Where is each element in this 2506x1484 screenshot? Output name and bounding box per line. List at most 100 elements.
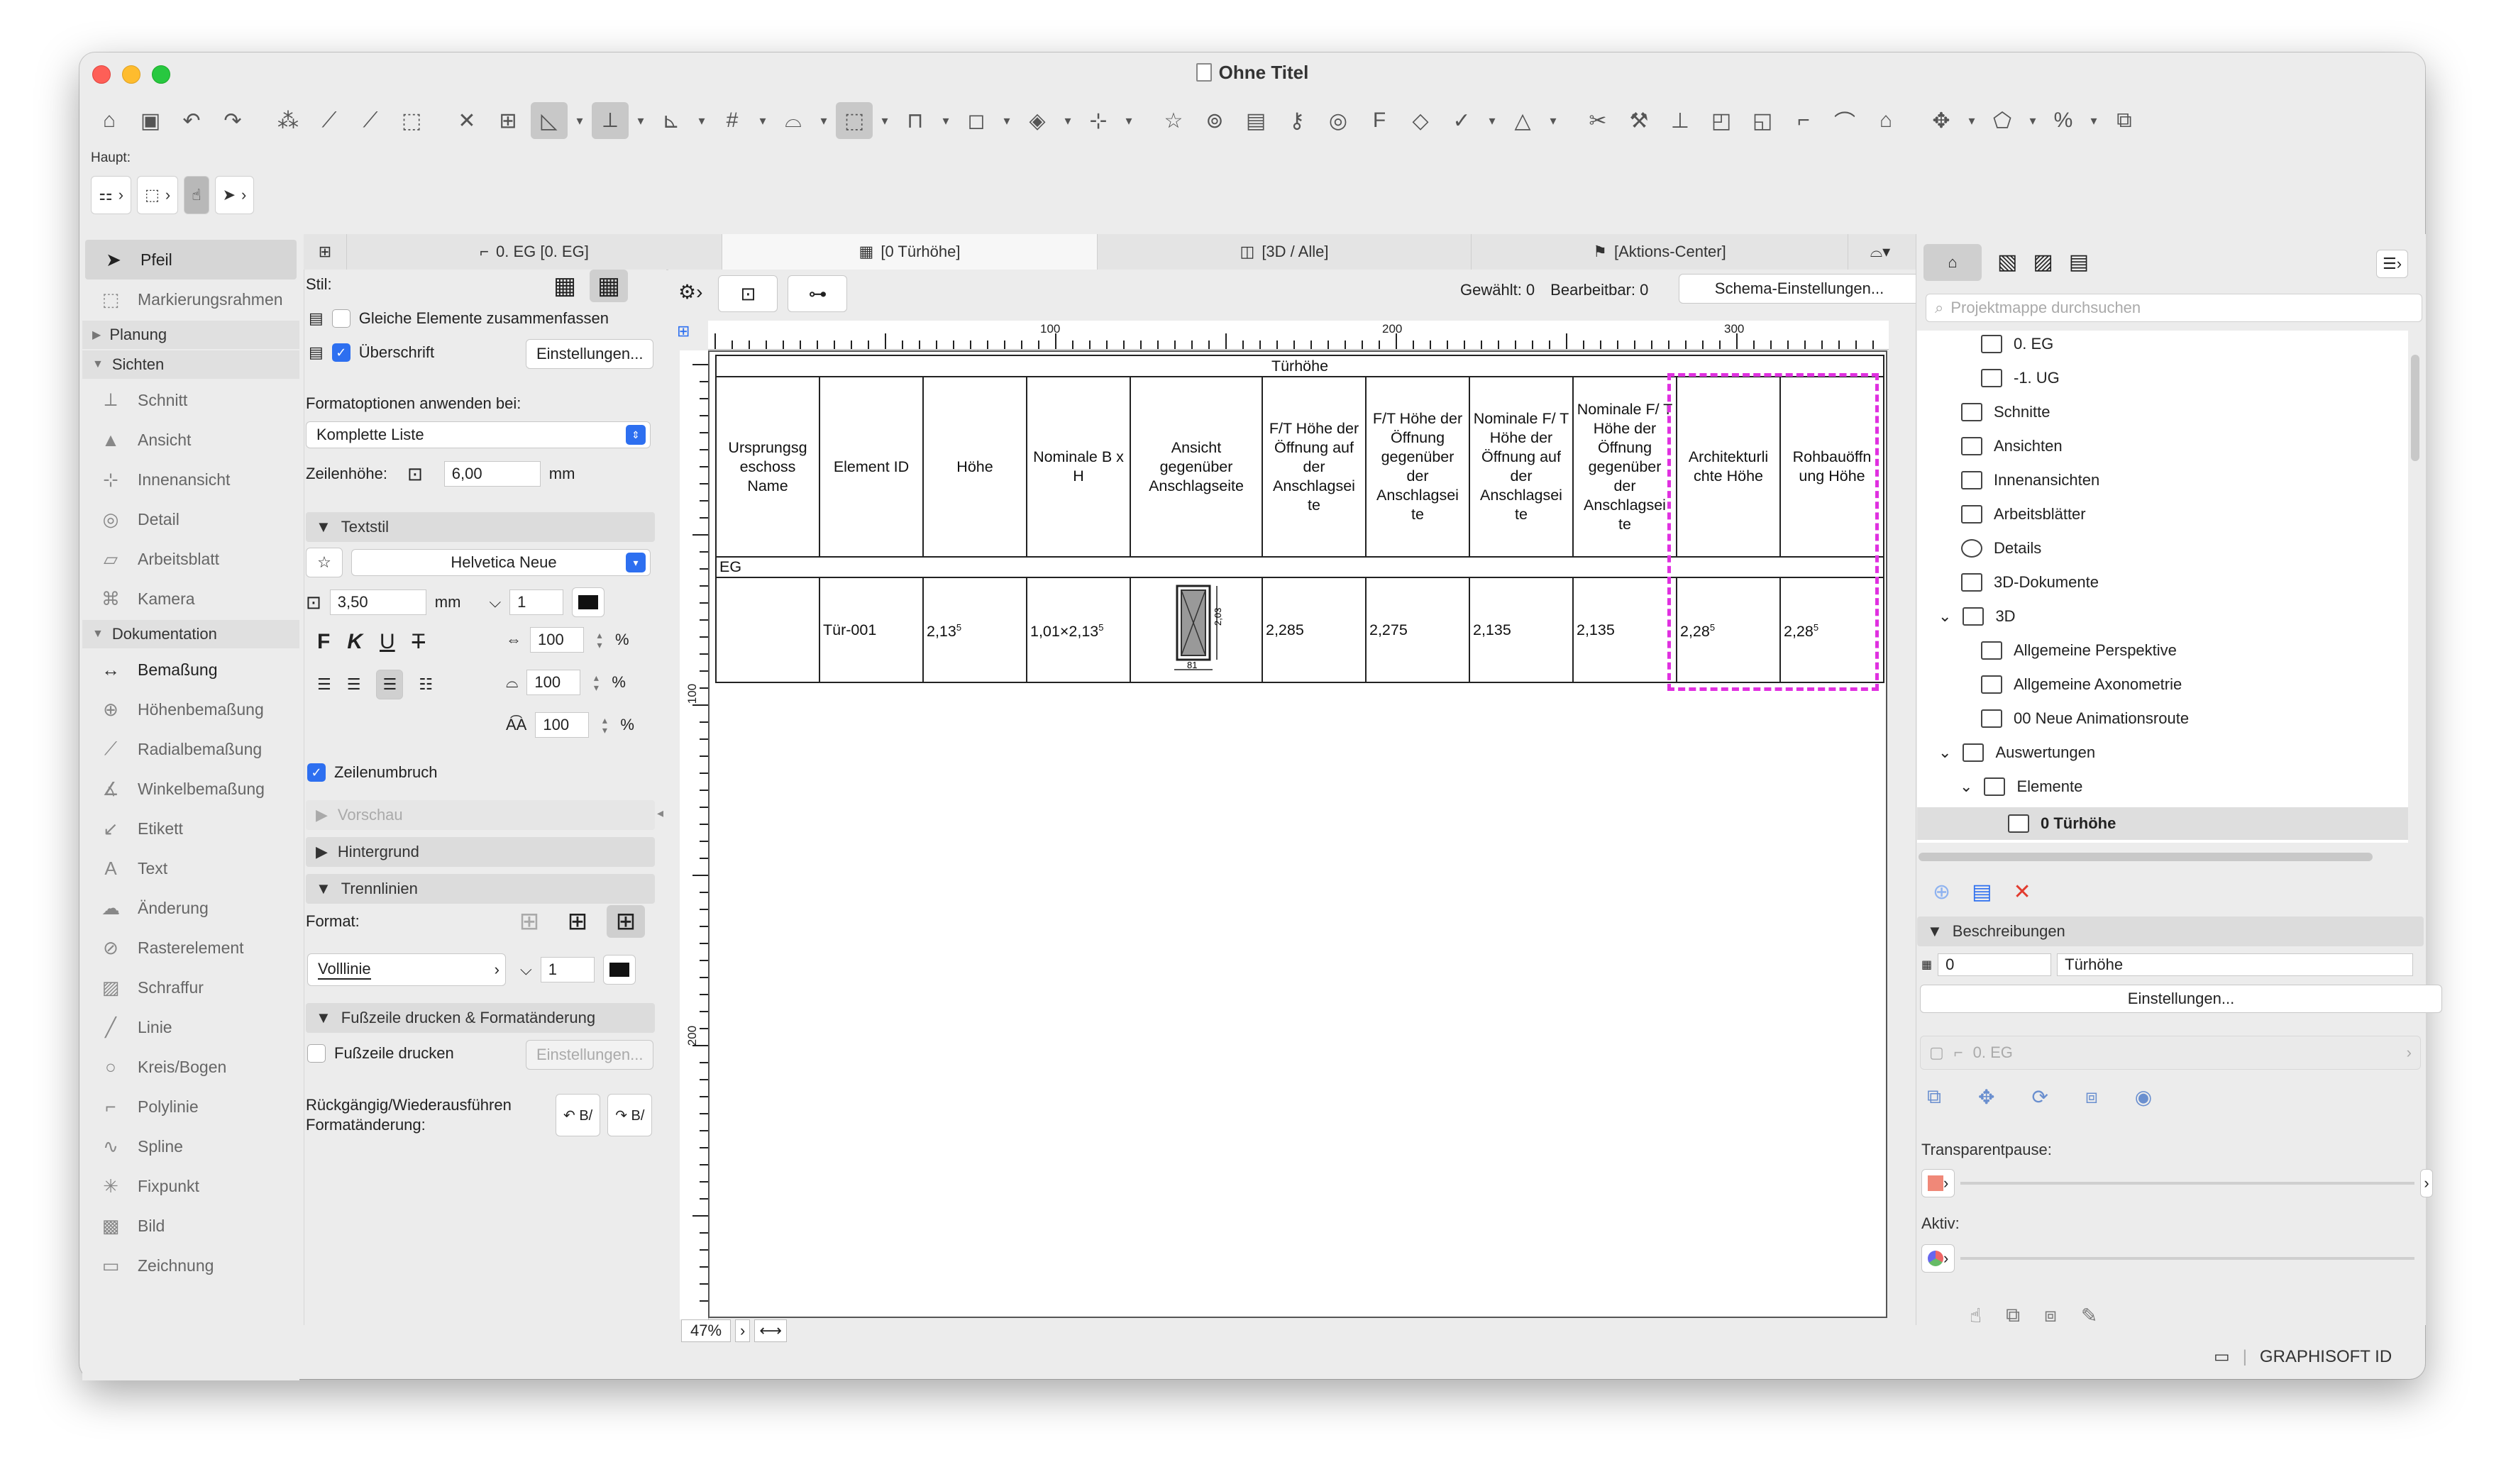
chevron-down-icon[interactable]: ▾	[1545, 102, 1561, 139]
hotspot-button[interactable]: ☝	[184, 176, 209, 214]
scissors-icon[interactable]: ✂	[1579, 102, 1616, 139]
tool-bemassung[interactable]: ↔ Bemaßung	[82, 650, 299, 690]
fit-width-icon[interactable]: ⟷	[754, 1319, 787, 1342]
chevron-down-icon[interactable]: ▾	[2025, 102, 2041, 139]
grid-snap-icon[interactable]: ⊞	[490, 102, 526, 139]
triangle-icon[interactable]: △	[1504, 102, 1541, 139]
curve-icon[interactable]: ⌒	[1826, 102, 1863, 139]
cell-nominale[interactable]: 1,01×2,135	[1026, 577, 1131, 683]
tool-rasterelement[interactable]: ⊘ Rasterelement	[82, 928, 299, 968]
zoom-window-button[interactable]	[152, 65, 170, 84]
group-sichten[interactable]: ▼ Sichten	[82, 350, 299, 379]
layout-book-icon[interactable]: ▨	[2033, 244, 2053, 281]
stepper-icon[interactable]: ▴ ▾	[592, 630, 607, 650]
align-left-icon[interactable]: ☰	[317, 675, 331, 694]
chevron-right-icon[interactable]: ›	[735, 1319, 751, 1342]
header-cell[interactable]: Nominale F/ T Höhe der Öffnung gegenüber…	[1572, 376, 1677, 558]
copy-icon[interactable]: ⧉	[2106, 102, 2143, 139]
minimize-window-button[interactable]	[122, 65, 140, 84]
gleiche-elemente-checkbox[interactable]	[331, 309, 350, 328]
publisher-icon[interactable]: ⊚	[1196, 102, 1233, 139]
layout-icon[interactable]: ▤	[1237, 102, 1274, 139]
navigator-menu-icon[interactable]: ☰›	[2376, 250, 2409, 278]
border-outer-icon[interactable]: ⊞	[558, 905, 597, 938]
chevron-down-icon[interactable]: ▾	[816, 102, 832, 139]
tree-item-details[interactable]: Details	[1961, 539, 2041, 558]
schedule-id-input[interactable]: 0	[1938, 953, 2052, 976]
tab-schedule[interactable]: ▦ [0 Türhöhe]	[722, 234, 1098, 270]
bold-button[interactable]: F	[317, 630, 330, 654]
refresh-icon[interactable]: ⟳	[2031, 1085, 2048, 1109]
tool-text[interactable]: A Text	[82, 848, 299, 888]
group-dokumentation[interactable]: ▼ Dokumentation	[82, 620, 299, 648]
chevron-down-icon[interactable]: ▾	[938, 102, 954, 139]
cross-icon[interactable]: ✕	[448, 102, 485, 139]
linetype-select[interactable]: Volllinie ›	[307, 953, 506, 986]
align-right-icon[interactable]: ☰	[376, 670, 404, 699]
tool-schnitt[interactable]: ⟂ Schnitt	[82, 380, 299, 420]
tool-etikett[interactable]: ↙ Etikett	[82, 809, 299, 848]
guide-line-icon[interactable]: ⟂	[592, 102, 629, 139]
cell-ft-anschlag[interactable]: 2,285	[1262, 577, 1367, 683]
chevron-down-icon[interactable]: ▾	[1121, 102, 1137, 139]
cell-ft-gegenueber[interactable]: 2,275	[1365, 577, 1470, 683]
cell-geschoss[interactable]	[715, 577, 820, 683]
cell-ansicht[interactable]: 2,03 81	[1130, 577, 1263, 683]
text-color-swatch[interactable]	[572, 587, 605, 617]
offset-icon[interactable]: ◱	[1744, 102, 1781, 139]
marquee-button[interactable]: ⬚ ›	[137, 176, 179, 214]
lock-icon[interactable]: ⊓	[897, 102, 934, 139]
edit-icon[interactable]: ✎	[2081, 1304, 2097, 1327]
redo-icon[interactable]: ↷	[214, 102, 251, 139]
ueberschrift-checkbox[interactable]: ✓	[331, 343, 350, 362]
tool-bild[interactable]: ▩ Bild	[82, 1206, 299, 1246]
move-view-icon[interactable]: ✥	[1978, 1085, 1994, 1109]
tree-item-elemente[interactable]: ⌄ Elemente	[1960, 777, 2082, 796]
section-fusszeile[interactable]: ▼ Fußzeile drucken & Formatänderung	[306, 1003, 655, 1033]
zeilenhoehe-input[interactable]: 6,00	[443, 461, 541, 487]
tool-hoehenbemassung[interactable]: ⊕ Höhenbemaßung	[82, 690, 299, 729]
arrow-tool-button[interactable]: ➤ ›	[214, 176, 255, 214]
construction-method-icon[interactable]: ◺	[531, 102, 568, 139]
layer-icon[interactable]: ◻	[958, 102, 995, 139]
tree-item-auswertungen[interactable]: ⌄ Auswertungen	[1938, 743, 2095, 762]
tool-winkelbemassung[interactable]: ∡ Winkelbemaßung	[82, 769, 299, 809]
section-beschreibungen[interactable]: ▼ Beschreibungen	[1917, 917, 2424, 946]
tree-item-arbeitsblaetter[interactable]: Arbeitsblätter	[1961, 505, 2086, 524]
collapse-panel-icon[interactable]: ◂	[657, 806, 663, 821]
pause-color-swatch[interactable]: ›	[1921, 1169, 1955, 1197]
tool-fixpunkt[interactable]: ✳ Fixpunkt	[82, 1166, 299, 1206]
tree-item-innenansichten[interactable]: Innenansichten	[1961, 471, 2099, 489]
line-pen-input[interactable]: 1	[540, 957, 595, 982]
favorite-icon[interactable]: ☆	[1155, 102, 1192, 139]
window-icon[interactable]: ▭	[2214, 1346, 2230, 1367]
properties-icon[interactable]: ▤	[1972, 880, 1992, 904]
spacing-scale-input[interactable]: 100	[535, 712, 590, 738]
percent-icon[interactable]: %	[2045, 102, 2082, 139]
header-cell[interactable]: Element ID	[819, 376, 924, 558]
tree-item-3d[interactable]: ⌄ 3D	[1938, 607, 2016, 626]
tool-schraffur[interactable]: ▨ Schraffur	[82, 968, 299, 1007]
tool-polylinie[interactable]: ⌐ Polylinie	[82, 1087, 299, 1126]
hammer-icon[interactable]: ⚒	[1621, 102, 1657, 139]
tree-item-allgemeine-axonometrie[interactable]: Allgemeine Axonometrie	[1981, 675, 2182, 694]
style-simple-table-icon[interactable]: ▦	[546, 270, 584, 302]
italic-button[interactable]: K	[347, 630, 363, 654]
mirror-icon[interactable]: ⬠	[1984, 102, 2021, 139]
chevron-down-icon[interactable]: ▾	[694, 102, 710, 139]
tree-item-0-eg[interactable]: 0. EG	[1981, 335, 2053, 353]
align-justify-icon[interactable]: ☷	[419, 675, 433, 694]
tab-3d[interactable]: ◫ [3D / Alle]	[1098, 234, 1472, 270]
zeilenumbruch-checkbox[interactable]: ✓	[307, 763, 326, 782]
touch-icon[interactable]: ☝	[1970, 1304, 1982, 1327]
resize-icon[interactable]: ◰	[1703, 102, 1740, 139]
rotate-icon[interactable]: ◈	[1019, 102, 1056, 139]
key-icon[interactable]: ⚷	[1279, 102, 1315, 139]
chevron-down-icon[interactable]: ▾	[877, 102, 893, 139]
zoom-level[interactable]: 47%	[681, 1319, 732, 1342]
header-cell[interactable]: F/T Höhe der Öffnung auf der Anschlagsei…	[1262, 376, 1367, 558]
underline-button[interactable]: U	[380, 630, 395, 654]
section-textstil[interactable]: ▼ Textstil	[306, 512, 655, 542]
header-settings-button[interactable]: Einstellungen...	[526, 339, 654, 369]
active-slider[interactable]	[1960, 1257, 2415, 1260]
